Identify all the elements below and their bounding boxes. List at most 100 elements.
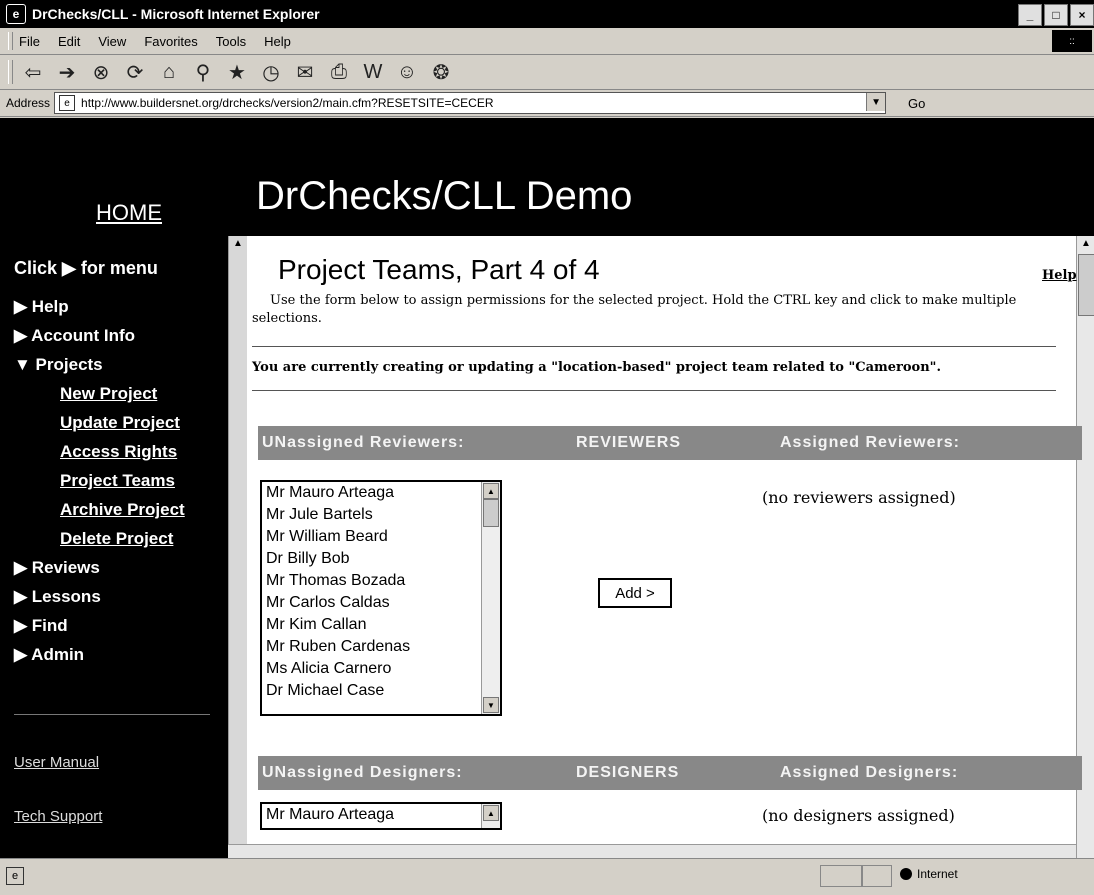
help-link[interactable]: Help <box>1042 268 1077 283</box>
tech-support-link[interactable]: Tech Support <box>14 808 102 825</box>
menu-view[interactable]: View <box>98 34 126 49</box>
stop-icon[interactable]: ⊗ <box>87 59 115 85</box>
refresh-icon[interactable]: ⟳ <box>121 59 149 85</box>
mail-icon[interactable]: ✉ <box>291 59 319 85</box>
sidebar-item-help[interactable]: ▶ Help <box>14 292 185 321</box>
frame-left-scrollbar[interactable] <box>228 236 247 858</box>
go-button[interactable]: Go <box>908 96 925 111</box>
sidebar-divider <box>14 714 210 715</box>
user-manual-link[interactable]: User Manual <box>14 754 99 771</box>
sidebar-item-account-info[interactable]: ▶ Account Info <box>14 321 185 350</box>
page-icon: e <box>59 95 76 111</box>
sidebar-item-update-project[interactable]: Update Project <box>14 408 185 437</box>
list-item[interactable]: Mr Mauro Arteaga <box>262 482 500 504</box>
home-icon[interactable]: ⌂ <box>155 59 183 85</box>
menu-tools[interactable]: Tools <box>216 34 246 49</box>
list-item[interactable]: Dr Michael Case <box>262 680 500 702</box>
address-input[interactable]: e http://www.buildersnet.org/drchecks/ve… <box>54 92 887 114</box>
listbox-scroll-thumb[interactable] <box>483 499 499 527</box>
close-button[interactable]: × <box>1070 4 1094 26</box>
zone-label: Internet <box>917 867 958 881</box>
address-bar: Address e http://www.buildersnet.org/drc… <box>0 90 1094 117</box>
forward-icon[interactable]: ➔ <box>53 59 81 85</box>
reviewers-header-bar: UNassigned Reviewers: REVIEWERS Assigned… <box>258 426 1082 460</box>
sidebar-item-delete-project[interactable]: Delete Project <box>14 524 185 553</box>
frame-horizontal-scrollbar[interactable] <box>228 844 1076 858</box>
web-page: HOME DrChecks/CLL Demo Click ▶ for menu … <box>0 118 1094 858</box>
list-item[interactable]: Ms Alicia Carnero <box>262 658 500 680</box>
globe-icon <box>900 868 912 880</box>
no-reviewers-text: (no reviewers assigned) <box>762 488 956 507</box>
menu-file[interactable]: File <box>19 34 40 49</box>
list-item[interactable]: Mr Jule Bartels <box>262 504 500 526</box>
maximize-button[interactable]: □ <box>1044 4 1068 26</box>
menu-grip <box>8 32 13 50</box>
unassigned-designers-label: UNassigned Designers: <box>262 764 463 781</box>
address-dropdown-icon[interactable]: ▼ <box>866 93 886 111</box>
ie-logo-icon: e <box>6 4 26 24</box>
minimize-button[interactable]: _ <box>1018 4 1042 26</box>
sidebar-item-archive-project[interactable]: Archive Project <box>14 495 185 524</box>
standard-toolbar: ⇦ ➔ ⊗ ⟳ ⌂ ⚲ ★ ◷ ✉ ⎙ W ☺ ❂ <box>0 55 1094 90</box>
scroll-up-icon[interactable]: ▲ <box>483 805 499 821</box>
menu-favorites[interactable]: Favorites <box>144 34 197 49</box>
designers-header-bar: UNassigned Designers: DESIGNERS Assigned… <box>258 756 1082 790</box>
address-url: http://www.buildersnet.org/drchecks/vers… <box>81 96 494 110</box>
add-reviewer-button[interactable]: Add > <box>598 578 672 608</box>
reviewers-heading: REVIEWERS <box>576 434 682 451</box>
address-label: Address <box>6 96 51 110</box>
instructions: Use the form below to assign permissions… <box>252 293 1017 326</box>
list-item[interactable]: Mr Kim Callan <box>262 614 500 636</box>
menu-bar: File Edit View Favorites Tools Help :: <box>0 28 1094 55</box>
click-for-menu: Click ▶ for menu <box>14 258 158 278</box>
status-bar: e Internet <box>0 858 1094 895</box>
divider <box>252 390 1056 391</box>
status-message: You are currently creating or updating a… <box>252 360 941 375</box>
list-item[interactable]: Mr Ruben Cardenas <box>262 636 500 658</box>
title-bar: e DrChecks/CLL - Microsoft Internet Expl… <box>0 0 1094 28</box>
favorites-icon[interactable]: ★ <box>223 59 251 85</box>
window-title: DrChecks/CLL - Microsoft Internet Explor… <box>32 6 320 22</box>
page-status-icon: e <box>6 867 24 885</box>
unassigned-reviewers-label: UNassigned Reviewers: <box>262 434 465 451</box>
sidebar-item-reviews[interactable]: ▶ Reviews <box>14 553 185 582</box>
home-link[interactable]: HOME <box>96 200 162 226</box>
no-designers-text: (no designers assigned) <box>762 806 955 825</box>
app-title: DrChecks/CLL Demo <box>256 174 633 218</box>
scroll-up-icon[interactable]: ▲ <box>483 483 499 499</box>
security-zone: Internet <box>900 867 958 881</box>
status-panel <box>862 865 892 887</box>
menu-edit[interactable]: Edit <box>58 34 80 49</box>
list-item[interactable]: Mr Carlos Caldas <box>262 592 500 614</box>
print-icon[interactable]: ⎙ <box>325 59 353 85</box>
sidebar-item-admin[interactable]: ▶ Admin <box>14 640 185 669</box>
sidebar-item-find[interactable]: ▶ Find <box>14 611 185 640</box>
scroll-down-icon[interactable]: ▼ <box>483 697 499 713</box>
search-icon[interactable]: ⚲ <box>189 59 217 85</box>
sidebar-item-access-rights[interactable]: Access Rights <box>14 437 185 466</box>
assigned-reviewers-label: Assigned Reviewers: <box>780 434 960 451</box>
page-title: Project Teams, Part 4 of 4 <box>278 254 600 285</box>
edit-icon[interactable]: W <box>359 59 387 85</box>
list-item[interactable]: Dr Billy Bob <box>262 548 500 570</box>
scroll-thumb[interactable] <box>1078 254 1094 316</box>
discuss-icon[interactable]: ☺ <box>393 59 421 85</box>
back-icon[interactable]: ⇦ <box>19 59 47 85</box>
list-item[interactable]: Mr William Beard <box>262 526 500 548</box>
unassigned-reviewers-list[interactable]: Mr Mauro Arteaga Mr Jule Bartels Mr Will… <box>260 480 502 716</box>
sidebar-item-projects[interactable]: ▼ Projects <box>14 350 185 379</box>
sidebar-item-new-project[interactable]: New Project <box>14 379 185 408</box>
menu-help[interactable]: Help <box>264 34 291 49</box>
list-item[interactable]: Mr Mauro Arteaga <box>262 804 500 826</box>
listbox-scrollbar[interactable]: ▲ ▼ <box>481 482 500 714</box>
history-icon[interactable]: ◷ <box>257 59 285 85</box>
toolbar-grip <box>8 60 13 84</box>
sidebar-item-project-teams[interactable]: Project Teams <box>14 466 185 495</box>
unassigned-designers-list[interactable]: Mr Mauro Arteaga ▲ <box>260 802 502 830</box>
listbox-scrollbar[interactable]: ▲ <box>481 804 500 828</box>
list-item[interactable]: Mr Thomas Bozada <box>262 570 500 592</box>
browser-window: e DrChecks/CLL - Microsoft Internet Expl… <box>0 0 1094 895</box>
sidebar-item-lessons[interactable]: ▶ Lessons <box>14 582 185 611</box>
designers-heading: DESIGNERS <box>576 764 680 781</box>
messenger-icon[interactable]: ❂ <box>427 59 455 85</box>
